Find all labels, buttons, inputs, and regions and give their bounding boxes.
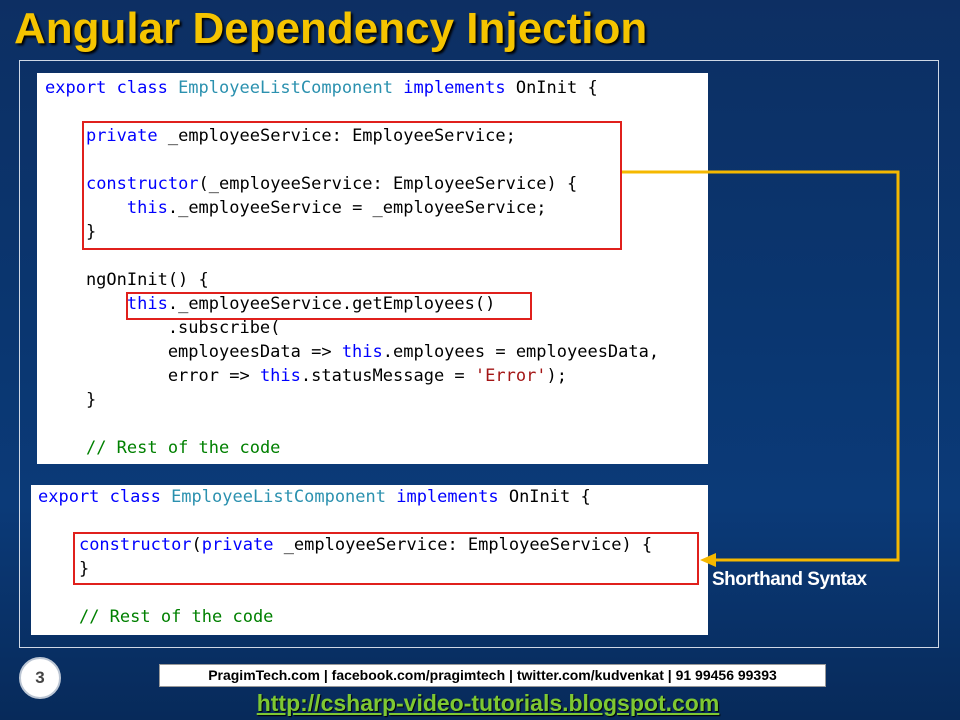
code-token: implements	[403, 78, 516, 98]
code-token: ngOnInit() {	[45, 270, 209, 290]
code-token: }	[45, 390, 97, 410]
code-token: EmployeeListComponent	[171, 487, 397, 507]
highlight-box-field-constructor	[82, 121, 622, 250]
code-token: this	[341, 342, 383, 362]
code-line: // Rest of the code	[45, 436, 659, 460]
code-line: }	[45, 388, 659, 412]
code-token: export class	[38, 487, 172, 507]
code-token: error =>	[45, 366, 260, 386]
code-token: implements	[396, 487, 509, 507]
code-line: error => this.statusMessage = 'Error');	[45, 364, 659, 388]
code-token: .subscribe(	[45, 318, 281, 338]
code-token: export class	[45, 78, 179, 98]
shorthand-syntax-label: Shorthand Syntax	[712, 569, 867, 590]
code-token: // Rest of the code	[85, 438, 281, 458]
code-line: export class EmployeeListComponent imple…	[45, 76, 659, 100]
highlight-box-shorthand-constructor	[73, 532, 699, 585]
code-token: this	[259, 366, 301, 386]
code-line: employeesData => this.employees = employ…	[45, 340, 659, 364]
code-token: OnInit {	[515, 78, 598, 98]
code-token: employeesData =>	[45, 342, 342, 362]
code-line: export class EmployeeListComponent imple…	[38, 485, 652, 509]
code-token: EmployeeListComponent	[178, 78, 404, 98]
code-token: 'Error'	[474, 366, 547, 386]
code-token: // Rest of the code	[78, 607, 274, 627]
blog-url-link[interactable]: http://csharp-video-tutorials.blogspot.c…	[0, 690, 960, 717]
code-token: .statusMessage =	[300, 366, 475, 386]
slide-title: Angular Dependency Injection	[14, 4, 648, 53]
contact-bar: PragimTech.com | facebook.com/pragimtech…	[159, 664, 826, 687]
code-line: // Rest of the code	[38, 605, 652, 629]
code-token: .employees = employeesData,	[382, 342, 660, 362]
code-token: OnInit {	[508, 487, 591, 507]
highlight-box-service-call	[126, 292, 532, 320]
code-token: );	[546, 366, 568, 386]
code-line: ngOnInit() {	[45, 268, 659, 292]
